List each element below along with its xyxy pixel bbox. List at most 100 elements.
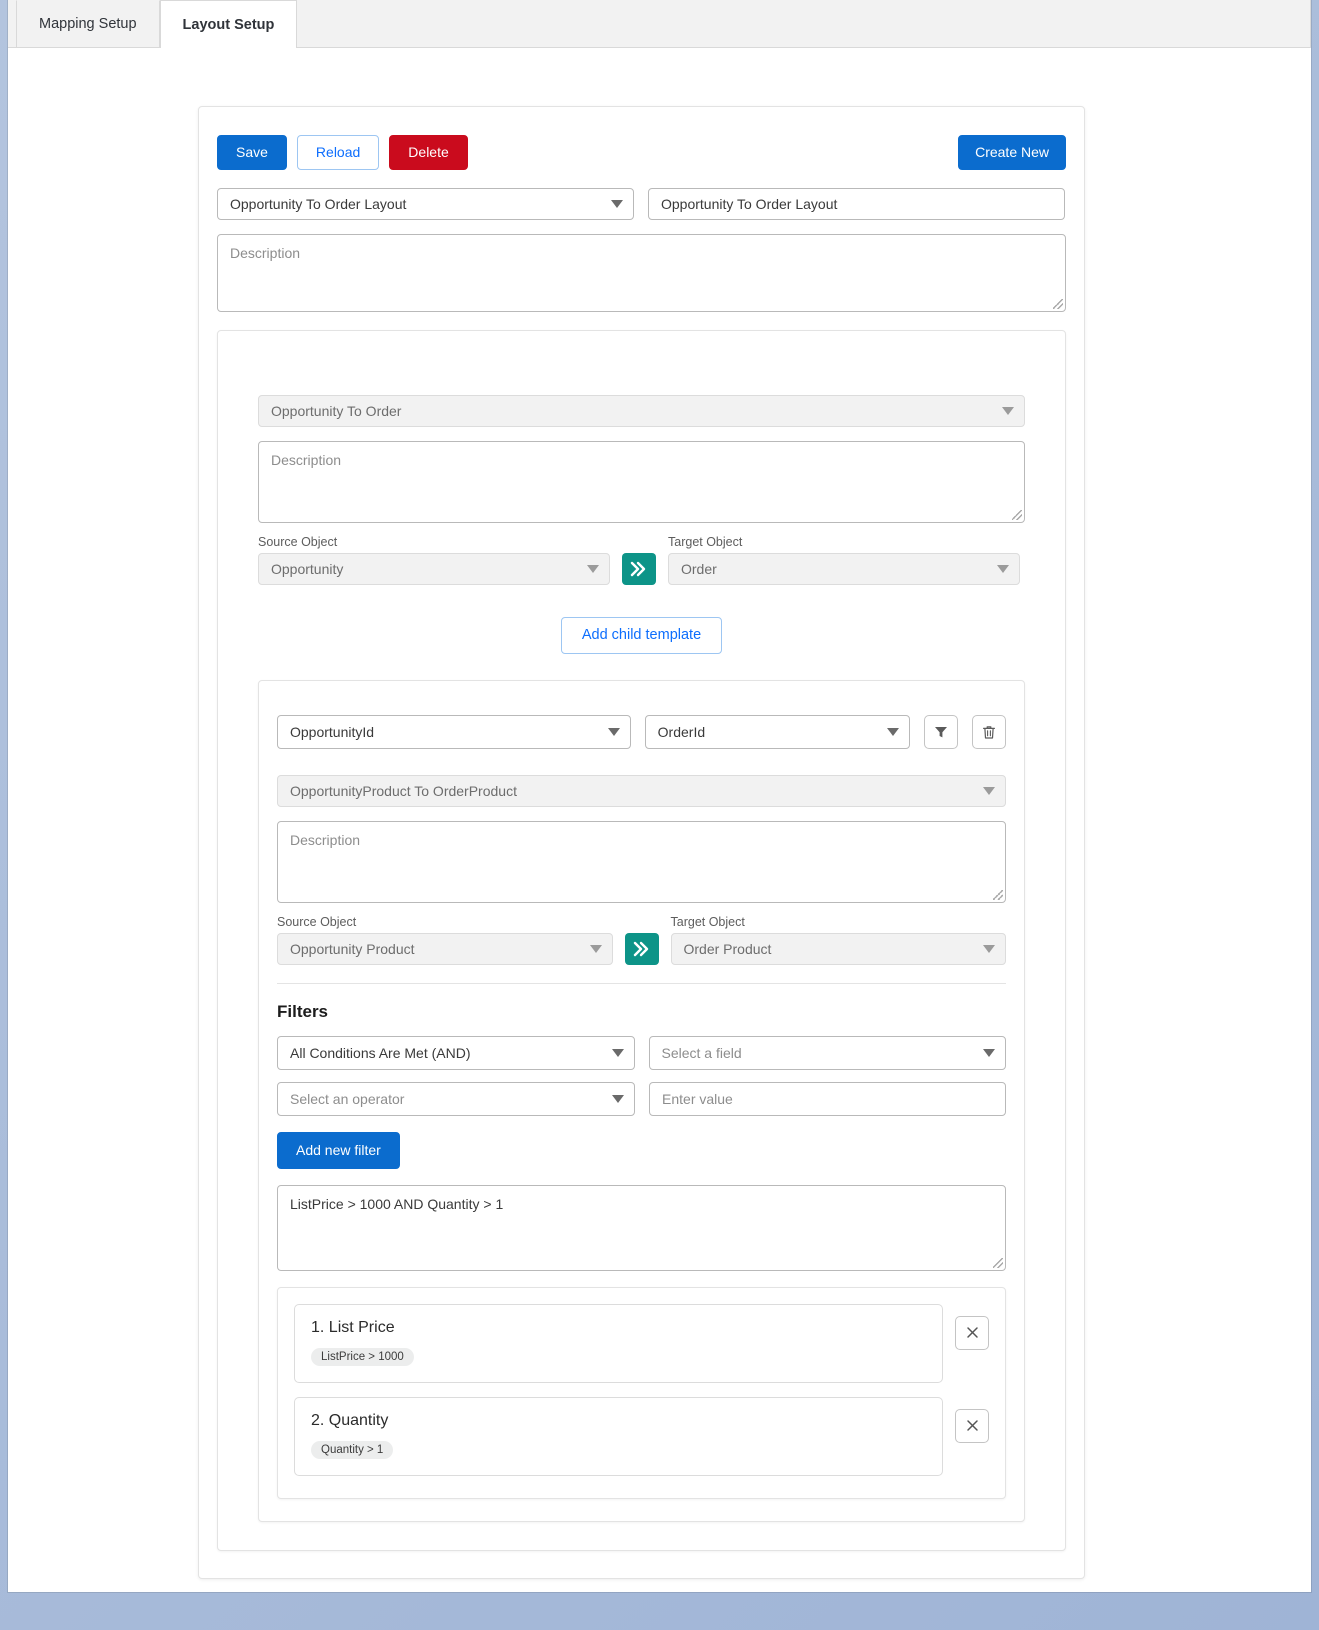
parent-source-object-group: Source Object Opportunity bbox=[258, 535, 610, 585]
layout-identity-row: Opportunity To Order Layout Opportunity … bbox=[199, 187, 1084, 220]
filter-operator-row: Select an operator Enter value bbox=[277, 1082, 1006, 1117]
child-template-name: OpportunityProduct To OrderProduct bbox=[290, 783, 517, 800]
funnel-glyph bbox=[935, 727, 947, 738]
filter-field-placeholder: Select a field bbox=[661, 1045, 742, 1062]
layout-select-value: Opportunity To Order Layout bbox=[230, 195, 407, 212]
child-source-object-value: Opportunity Product bbox=[290, 941, 415, 958]
filter-list-item: 1. List Price ListPrice > 1000 bbox=[294, 1303, 989, 1383]
delete-button[interactable]: Delete bbox=[389, 135, 468, 170]
tab-bar-filler bbox=[297, 0, 1311, 47]
chevron-down-icon bbox=[887, 728, 899, 737]
resize-grip-icon[interactable] bbox=[1053, 298, 1063, 309]
filter-card-list-price[interactable]: 1. List Price ListPrice > 1000 bbox=[294, 1303, 943, 1383]
close-icon[interactable] bbox=[955, 1408, 989, 1443]
layout-name-input[interactable]: Opportunity To Order Layout bbox=[648, 187, 1065, 220]
page-canvas: Save Reload Delete Create New Opportunit… bbox=[8, 48, 1311, 1592]
field-mapping-row: OpportunityId OrderId bbox=[277, 715, 1006, 750]
chevron-down-icon bbox=[983, 1049, 995, 1058]
layout-setup-card: Save Reload Delete Create New Opportunit… bbox=[198, 106, 1085, 1579]
filter-logic-value: All Conditions Are Met (AND) bbox=[290, 1045, 471, 1062]
tab-layout-setup[interactable]: Layout Setup bbox=[159, 0, 298, 48]
add-new-filter-button[interactable]: Add new filter bbox=[277, 1132, 400, 1169]
parent-template-wrap: Opportunity To Order Description Source … bbox=[199, 329, 1084, 1551]
parent-target-object-group: Target Object Order bbox=[668, 535, 1020, 585]
parent-source-object-value: Opportunity bbox=[271, 560, 344, 577]
resize-grip-icon[interactable] bbox=[1012, 509, 1022, 520]
filters-heading: Filters bbox=[277, 1002, 329, 1022]
tab-mapping-setup[interactable]: Mapping Setup bbox=[16, 0, 160, 47]
child-target-object-label: Target Object bbox=[670, 915, 745, 930]
action-toolbar: Save Reload Delete Create New bbox=[199, 135, 1084, 170]
filter-logic-select[interactable]: All Conditions Are Met (AND) bbox=[277, 1036, 635, 1071]
mapping-target-field-select[interactable]: OrderId bbox=[644, 715, 910, 750]
double-chevron-right-glyph bbox=[633, 941, 648, 957]
add-child-template-button[interactable]: Add child template bbox=[560, 616, 723, 655]
layout-description-placeholder: Description bbox=[230, 244, 301, 261]
filter-card-chip: Quantity > 1 bbox=[311, 1440, 394, 1459]
filter-value-input[interactable]: Enter value bbox=[649, 1082, 1006, 1117]
close-icon[interactable] bbox=[955, 1315, 989, 1350]
filter-logic-row: All Conditions Are Met (AND) Select a fi… bbox=[277, 1036, 1006, 1071]
chevron-down-icon bbox=[983, 945, 995, 954]
parent-object-row: Source Object Opportunity Target Object … bbox=[258, 535, 1025, 585]
mapping-source-field-select[interactable]: OpportunityId bbox=[277, 715, 631, 750]
tab-layout-setup-label: Layout Setup bbox=[182, 16, 275, 33]
parent-template-description-textarea[interactable]: Description bbox=[258, 440, 1025, 523]
chevron-down-icon bbox=[589, 945, 602, 954]
filter-card-title: 1. List Price bbox=[311, 1318, 395, 1336]
double-chevron-right-icon[interactable] bbox=[624, 933, 659, 966]
child-source-object-label: Source Object bbox=[277, 915, 357, 930]
child-source-object-group: Source Object Opportunity Product bbox=[277, 915, 613, 966]
resize-grip-icon[interactable] bbox=[993, 890, 1003, 901]
filter-operator-placeholder: Select an operator bbox=[290, 1091, 405, 1108]
child-target-object-value: Order Product bbox=[683, 941, 772, 958]
save-button[interactable]: Save bbox=[217, 135, 287, 170]
reload-button[interactable]: Reload bbox=[296, 135, 380, 170]
filter-operator-select[interactable]: Select an operator bbox=[277, 1082, 636, 1117]
filter-card-quantity[interactable]: 2. Quantity Quantity > 1 bbox=[294, 1396, 943, 1476]
trash-icon[interactable] bbox=[972, 715, 1006, 750]
filter-expression-value: ListPrice > 1000 AND Quantity > 1 bbox=[290, 1195, 504, 1212]
layout-description-textarea[interactable]: Description bbox=[217, 233, 1066, 312]
browser-window: Mapping Setup Layout Setup Save Reload D… bbox=[8, 0, 1311, 1592]
mapping-target-field-value: OrderId bbox=[657, 724, 706, 741]
filter-field-select[interactable]: Select a field bbox=[648, 1036, 1006, 1071]
tab-bar: Mapping Setup Layout Setup bbox=[8, 0, 1311, 48]
parent-template-panel: Opportunity To Order Description Source … bbox=[217, 329, 1066, 1551]
filter-value-placeholder: Enter value bbox=[662, 1091, 733, 1108]
child-target-object-select[interactable]: Order Product bbox=[670, 933, 1006, 966]
double-chevron-right-glyph bbox=[630, 561, 646, 576]
filter-expression-textarea[interactable]: ListPrice > 1000 AND Quantity > 1 bbox=[277, 1184, 1006, 1271]
parent-target-object-value: Order bbox=[681, 560, 717, 577]
mapping-source-field-value: OpportunityId bbox=[290, 724, 375, 741]
double-chevron-right-icon[interactable] bbox=[622, 552, 656, 585]
close-glyph bbox=[966, 1327, 978, 1339]
parent-target-object-select[interactable]: Order bbox=[668, 552, 1020, 585]
child-template-select[interactable]: OpportunityProduct To OrderProduct bbox=[277, 775, 1006, 808]
chevron-down-icon bbox=[611, 1049, 624, 1058]
child-template-description-textarea[interactable]: Description bbox=[277, 821, 1006, 904]
filter-card-title: 2. Quantity bbox=[311, 1411, 389, 1429]
filter-list-item: 2. Quantity Quantity > 1 bbox=[294, 1396, 989, 1476]
filter-list-panel: 1. List Price ListPrice > 1000 2. Quanti… bbox=[277, 1286, 1006, 1499]
tab-mapping-setup-label: Mapping Setup bbox=[39, 16, 137, 32]
child-object-row: Source Object Opportunity Product Target… bbox=[277, 915, 1006, 966]
close-glyph bbox=[966, 1420, 978, 1432]
chevron-down-icon bbox=[611, 199, 623, 208]
filter-card-chip: ListPrice > 1000 bbox=[311, 1347, 414, 1366]
parent-source-object-label: Source Object bbox=[258, 534, 338, 549]
trash-glyph bbox=[983, 725, 995, 739]
add-child-template-row: Add child template bbox=[258, 616, 1025, 655]
chevron-down-icon bbox=[997, 564, 1009, 573]
chevron-down-icon bbox=[607, 728, 620, 737]
parent-target-object-label: Target Object bbox=[668, 534, 743, 549]
child-source-object-select[interactable]: Opportunity Product bbox=[277, 933, 613, 966]
create-new-button[interactable]: Create New bbox=[958, 135, 1066, 170]
resize-grip-icon[interactable] bbox=[993, 1257, 1003, 1268]
layout-select[interactable]: Opportunity To Order Layout bbox=[217, 187, 634, 220]
child-template-description-placeholder: Description bbox=[290, 832, 361, 849]
funnel-icon[interactable] bbox=[924, 715, 958, 750]
parent-source-object-select[interactable]: Opportunity bbox=[258, 552, 610, 585]
parent-template-select[interactable]: Opportunity To Order bbox=[258, 394, 1025, 427]
chevron-down-icon bbox=[983, 787, 995, 796]
